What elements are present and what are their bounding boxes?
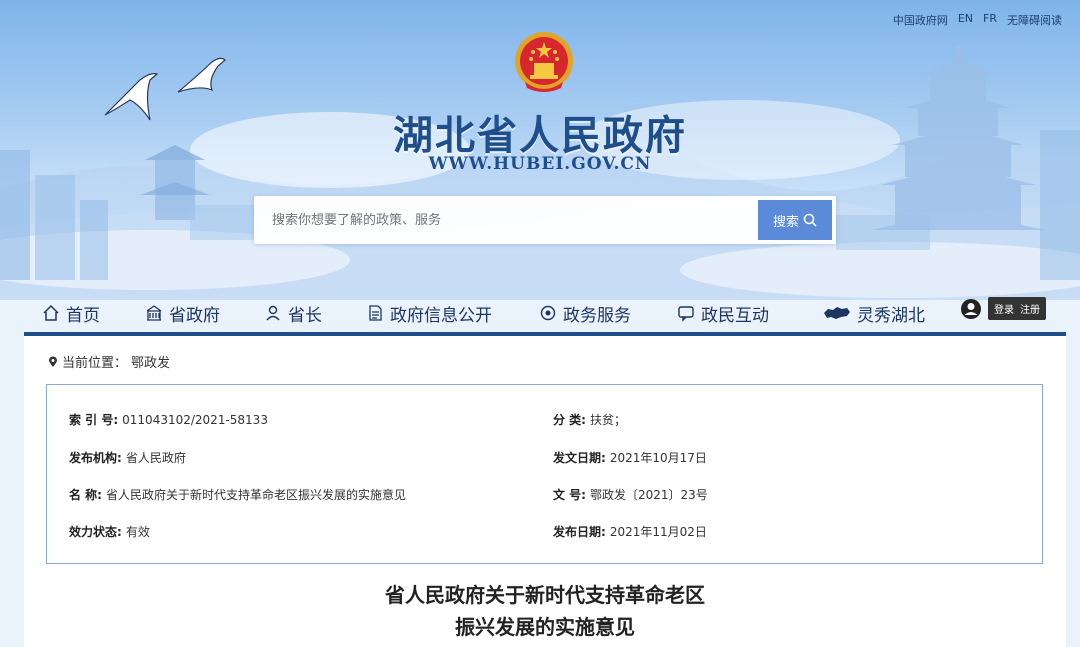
document-title-line2: 振兴发展的实施意见 xyxy=(455,615,635,639)
info-index-label: 索 引 号: xyxy=(69,413,119,427)
search-input[interactable] xyxy=(254,196,754,244)
info-issue-date-label: 发文日期: xyxy=(553,451,606,465)
document-info-box: 索 引 号: 011043102/2021-58133 分 类: 扶贫； 发布机构:… xyxy=(46,384,1043,564)
info-index: 索 引 号: 011043102/2021-58133 xyxy=(69,411,268,428)
login-register-button[interactable]: 登录 注册 xyxy=(988,297,1046,320)
info-index-value: 011043102/2021-58133 xyxy=(122,413,268,427)
info-publish-date-value: 2021年11月02日 xyxy=(609,525,707,539)
nav-info-disclosure[interactable]: 政府信息公开 xyxy=(366,290,492,336)
home-icon xyxy=(43,304,59,321)
info-publisher-label: 发布机构: xyxy=(69,451,122,465)
avatar-icon[interactable] xyxy=(960,298,982,320)
info-name-value: 省人民政府关于新时代支持革命老区振兴发展的实施意见 xyxy=(105,488,406,502)
location-pin-icon xyxy=(49,356,57,367)
info-docno: 文 号: 鄂政发〔2021〕23号 xyxy=(553,486,708,503)
document-title-line1: 省人民政府关于新时代支持革命老区 xyxy=(385,583,705,607)
gov-cn-link[interactable]: 中国政府网 xyxy=(893,12,948,28)
header-banner: 中国政府网 EN FR 无障碍阅读 湖北省人民政府 WWW.HUBEI.GOV.… xyxy=(0,0,1080,300)
french-link[interactable]: FR xyxy=(983,12,997,28)
nav-label-info-disclosure: 政府信息公开 xyxy=(390,305,492,326)
info-publish-date: 发布日期: 2021年11月02日 xyxy=(553,523,707,540)
breadcrumb-current[interactable]: 鄂政发 xyxy=(131,352,170,371)
info-publisher: 发布机构: 省人民政府 xyxy=(69,449,186,466)
national-emblem-icon xyxy=(515,32,573,92)
user-icon xyxy=(266,305,280,321)
info-docno-value: 鄂政发〔2021〕23号 xyxy=(589,488,708,502)
nav-governor[interactable]: 省长 xyxy=(264,290,322,336)
info-name: 名 称: 省人民政府关于新时代支持革命老区振兴发展的实施意见 xyxy=(69,486,406,503)
document-icon xyxy=(369,305,382,321)
info-name-label: 名 称: xyxy=(69,488,102,502)
main-nav: 首页 省政府 省长 政府信息公开 政务服务 政民互动 灵秀湖北 xyxy=(24,290,1066,336)
hubei-map-icon xyxy=(824,307,850,319)
nav-gov-services[interactable]: 政务服务 xyxy=(539,290,631,336)
top-links: 中国政府网 EN FR 无障碍阅读 xyxy=(893,12,1062,28)
nav-province-gov[interactable]: 省政府 xyxy=(145,290,220,336)
info-status-label: 效力状态: xyxy=(69,525,122,539)
chat-icon xyxy=(678,306,694,322)
nav-label-hubei: 灵秀湖北 xyxy=(857,305,925,326)
content-area: 当前位置： 鄂政发 索 引 号: 011043102/2021-58133 分 类… xyxy=(24,336,1066,647)
building-icon xyxy=(146,305,162,321)
nav-interaction[interactable]: 政民互动 xyxy=(677,290,769,336)
nav-label-governor: 省长 xyxy=(288,305,322,326)
nav-label-interaction: 政民互动 xyxy=(701,305,769,326)
search-button[interactable]: 搜索 xyxy=(758,200,832,240)
info-category-value: 扶贫； xyxy=(589,413,626,427)
accessibility-link[interactable]: 无障碍阅读 xyxy=(1007,12,1062,28)
register-link[interactable]: 注册 xyxy=(1020,301,1040,316)
search-bar: 搜索 xyxy=(254,196,836,244)
nav-label-gov-services: 政务服务 xyxy=(563,305,631,326)
search-icon xyxy=(803,213,817,227)
info-issue-date: 发文日期: 2021年10月17日 xyxy=(553,449,707,466)
info-issue-date-value: 2021年10月17日 xyxy=(609,451,707,465)
info-category-label: 分 类: xyxy=(553,413,586,427)
info-status-value: 有效 xyxy=(125,525,150,539)
site-url: WWW.HUBEI.GOV.CN xyxy=(428,154,652,174)
search-button-label: 搜索 xyxy=(772,214,799,230)
nav-home[interactable]: 首页 xyxy=(42,290,100,336)
breadcrumb-label: 当前位置： xyxy=(62,356,128,371)
breadcrumb: 当前位置： 鄂政发 xyxy=(48,352,170,371)
nav-label-home: 首页 xyxy=(66,305,100,326)
info-publisher-value: 省人民政府 xyxy=(125,451,186,465)
nav-hubei[interactable]: 灵秀湖北 xyxy=(823,290,925,336)
english-link[interactable]: EN xyxy=(958,12,973,28)
login-link[interactable]: 登录 xyxy=(994,301,1014,316)
service-icon xyxy=(540,305,556,321)
document-title: 省人民政府关于新时代支持革命老区 振兴发展的实施意见 xyxy=(24,579,1066,643)
nav-label-province-gov: 省政府 xyxy=(169,305,220,326)
login-area: 登录 注册 xyxy=(960,297,1046,320)
info-status: 效力状态: 有效 xyxy=(69,523,150,540)
info-publish-date-label: 发布日期: xyxy=(553,525,606,539)
info-docno-label: 文 号: xyxy=(553,488,586,502)
info-category: 分 类: 扶贫； xyxy=(553,411,626,428)
site-title: 湖北省人民政府 xyxy=(393,113,687,159)
